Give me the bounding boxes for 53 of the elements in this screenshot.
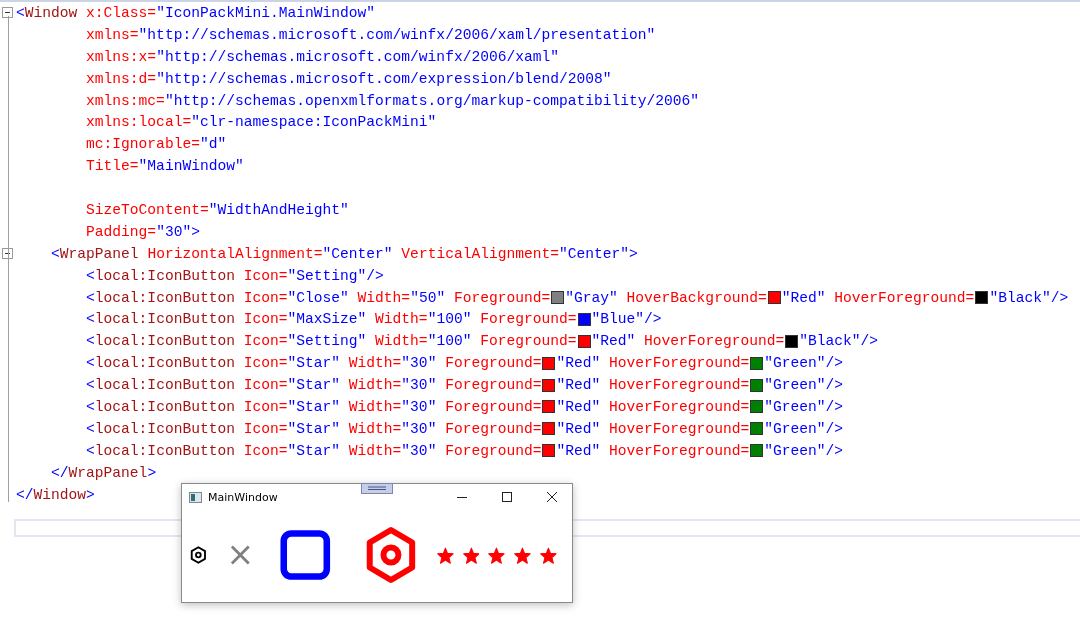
code-text: "Green"/> [764, 442, 843, 459]
code-text: "Green"/> [764, 420, 843, 437]
code-text: "Red" HoverForeground= [556, 377, 750, 394]
cross-icon[interactable] [229, 544, 251, 566]
code-text: "Red" HoverForeground= [556, 442, 750, 459]
star-icon[interactable] [462, 546, 480, 564]
code-text: <local:IconButton Icon="Close" Width="50" Foreground= [85, 289, 551, 306]
code-text: "Red" HoverForeground= [556, 420, 750, 437]
code-text: SizeToContent="WidthAndHeight" [85, 201, 349, 218]
code-text: Padding="30"> [85, 223, 200, 240]
code-text: </Window> [16, 486, 95, 503]
star-icon[interactable] [488, 546, 506, 564]
collapse-icon[interactable] [2, 7, 13, 19]
code-text: <WrapPanel HorizontalAlignment="Center" VerticalAlignment="Center"> [50, 245, 638, 262]
code-text: xmlns="http://schemas.microsoft.com/winfx/2006/xaml/presentation" [85, 26, 656, 43]
code-text: xmlns:mc="http://schemas.openxmlformats.org/markup-compatibility/2006" [85, 92, 700, 109]
app-icon [189, 491, 202, 503]
splitter-grip-icon[interactable] [361, 483, 393, 494]
code-text: "Green"/> [764, 377, 843, 394]
code-text: <local:IconButton Icon="Star" Width="30" Foreground= [85, 377, 542, 394]
code-text: <local:IconButton Icon="Star" Width="30" Foreground= [85, 442, 542, 459]
code-text: <local:IconButton Icon="Star" Width="30" Foreground= [85, 355, 542, 372]
code-text: "Green"/> [764, 398, 843, 415]
code-text: <local:IconButton Icon="Setting" Width="100" Foreground= [85, 333, 577, 350]
code-text: </WrapPanel> [50, 464, 157, 481]
code-text: "Black"/> [799, 333, 879, 350]
code-text: "Black"/> [989, 289, 1069, 306]
collapse-icon[interactable] [2, 248, 13, 260]
code-text: "Green"/> [764, 355, 843, 372]
star-icon[interactable] [540, 546, 557, 564]
code-text: <local:IconButton Icon="Star" Width="30" Foreground= [85, 420, 542, 437]
maximize-icon[interactable] [501, 491, 513, 503]
code-text: "Blue"/> [591, 311, 662, 328]
code-text: Title="MainWindow" [85, 158, 244, 175]
code-text: <local:IconButton Icon="MaxSize" Width="100" Foreground= [85, 311, 577, 328]
code-text: xmlns:x="http://schemas.microsoft.com/winfx/2006/xaml" [85, 48, 559, 65]
code-text: "Red" HoverForeground= [556, 398, 750, 415]
star-icon[interactable] [436, 546, 454, 564]
code-text: <local:IconButton Icon="Setting"/> [85, 267, 384, 284]
window-title: MainWindow [208, 490, 278, 504]
code-text: "Red" HoverForeground= [556, 355, 750, 372]
code-text: "Gray" HoverBackground= [565, 289, 767, 306]
code-text: xmlns:local="clr-namespace:IconPackMini" [85, 114, 437, 131]
code-text: <Window x:Class="IconPackMini.MainWindow" [16, 4, 376, 21]
close-icon[interactable] [546, 491, 558, 503]
code-text: "Red" HoverForeground= [781, 289, 975, 306]
code-text: xmlns:d="http://schemas.microsoft.com/expression/blend/2008" [85, 70, 612, 87]
code-text: mc:Ignorable="d" [85, 136, 227, 153]
code-text: <local:IconButton Icon="Star" Width="30" Foreground= [85, 398, 542, 415]
code-text: "Red" HoverForeground= [591, 333, 785, 350]
star-icon[interactable] [514, 546, 532, 564]
square-icon[interactable] [280, 528, 331, 582]
settings-icon[interactable] [189, 545, 208, 565]
